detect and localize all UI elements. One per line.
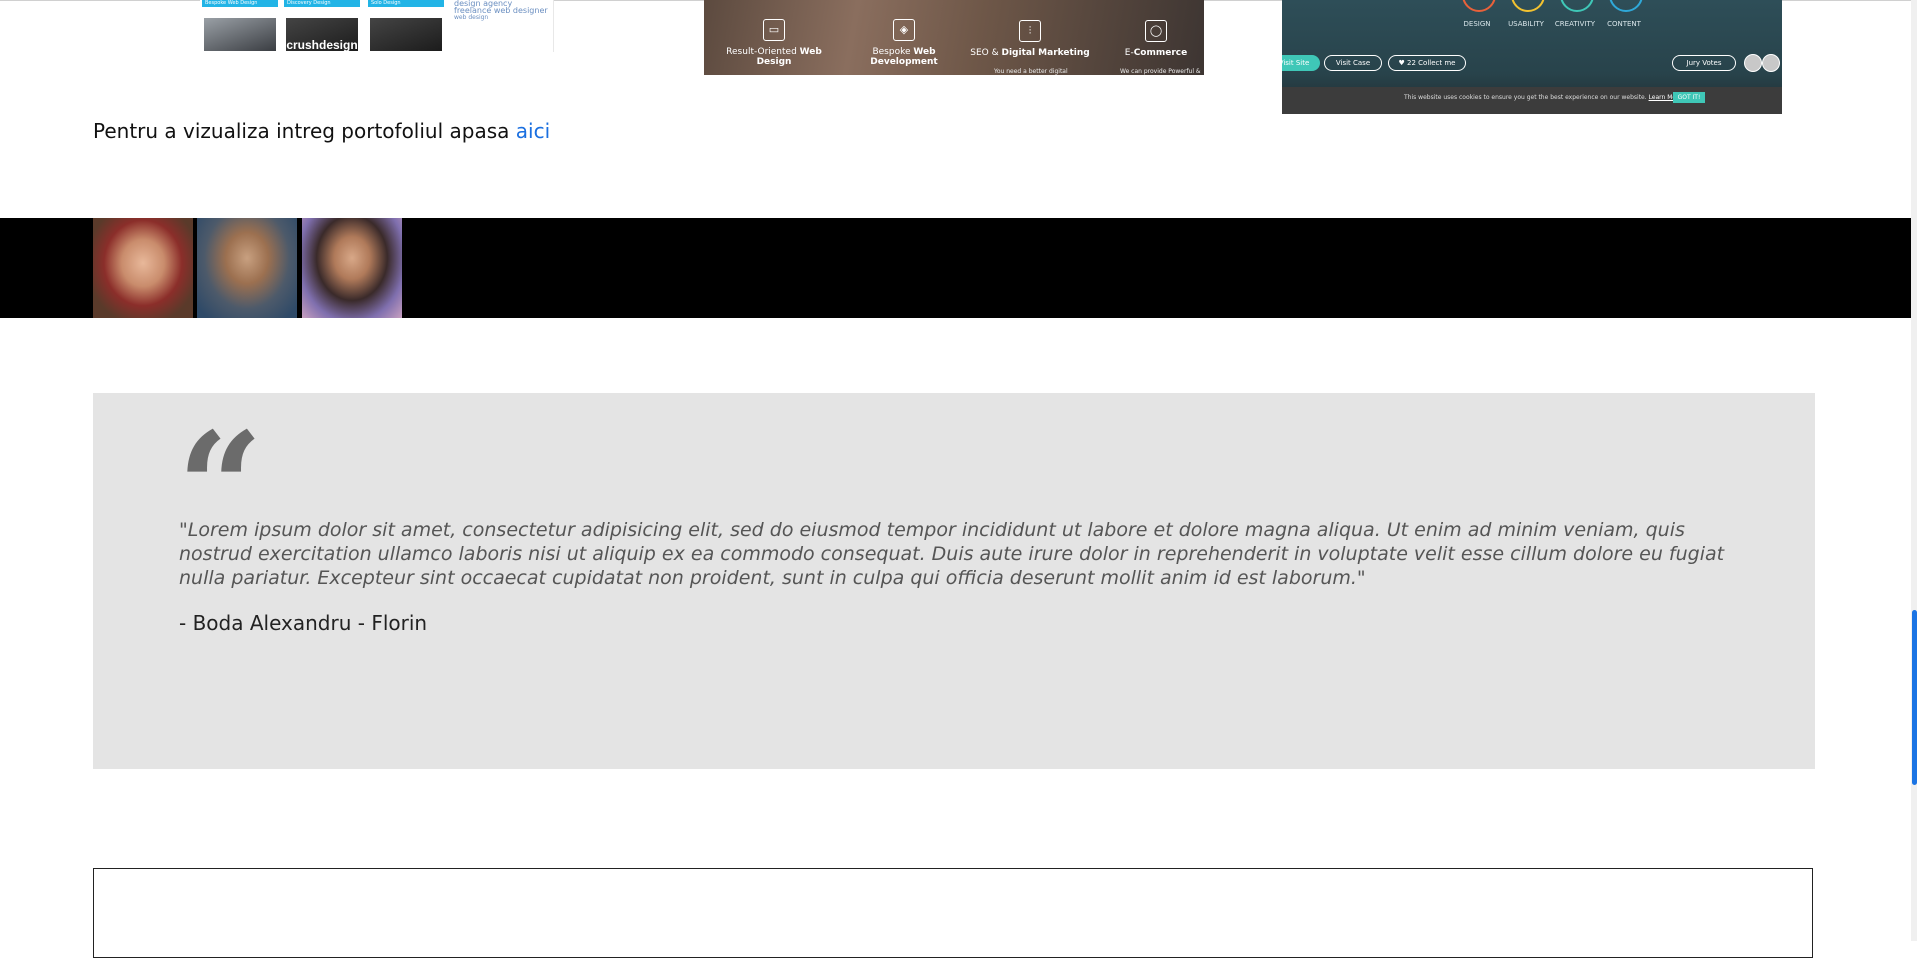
score-label: CONTENT: [1607, 20, 1641, 28]
mini-screenshot: [370, 18, 442, 51]
portfolio-thumbnail-2[interactable]: ▭ Result-Oriented Web Design ◈ Bespoke W…: [704, 0, 1204, 75]
portrait-2[interactable]: [197, 218, 297, 318]
page-scrollbar[interactable]: [1911, 0, 1917, 941]
cookie-accept-button: GOT IT!: [1673, 92, 1705, 103]
tag: freelance web designer: [454, 6, 548, 15]
cookie-bar: This website uses cookies to ensure you …: [1282, 87, 1782, 114]
score-circle: [1609, 0, 1643, 12]
jury-votes-button: Jury Votes: [1672, 55, 1736, 71]
service-web-design: ▭ Result-Oriented Web Design: [714, 19, 834, 67]
avatar: [1762, 54, 1780, 72]
visit-case-button: Visit Case: [1324, 55, 1382, 71]
collect-button: ♥ 22 Collect me: [1388, 55, 1466, 71]
portfolio-link-text: Pentru a vizualiza intreg portofoliul ap…: [93, 119, 516, 143]
service-bold: Commerce: [1133, 48, 1188, 58]
visit-site-button: Visit Site: [1282, 55, 1320, 71]
bottom-content-box: [93, 868, 1813, 958]
mini-column-1: Bespoke Web Design: [202, 0, 278, 52]
service-digital-marketing: ⫶ SEO & Digital Marketing: [970, 20, 1090, 58]
lightbulb-icon: ◯: [1145, 20, 1167, 42]
mini-column-title: Discovery Design: [284, 0, 360, 7]
cookie-text: This website uses cookies to ensure you …: [1404, 94, 1683, 101]
service-pre: Bespoke: [872, 47, 914, 57]
score-circle: [1560, 0, 1594, 12]
service-bold: Digital Marketing: [1001, 48, 1090, 58]
mini-column-title: Bespoke Web Design: [202, 0, 278, 7]
tag: web design: [454, 14, 489, 21]
testimonial-text: "Lorem ipsum dolor sit amet, consectetur…: [179, 519, 1725, 589]
score-circle: [1511, 0, 1545, 12]
brand-word: crushdesign: [286, 38, 358, 52]
service-ecommerce: ◯ E-Commerce: [1096, 20, 1204, 58]
score-circle: [1462, 0, 1496, 12]
portfolio-thumbnail-3[interactable]: DESIGN USABILITY CREATIVITY CONTENT Visi…: [1282, 0, 1782, 114]
service-pre: Result-Oriented: [726, 47, 800, 57]
mini-screenshot: [204, 18, 276, 51]
avatar: [1744, 54, 1762, 72]
portfolio-link-line: Pentru a vizualiza intreg portofoliul ap…: [93, 119, 550, 143]
mini-column-2: Discovery Design crushdesign: [284, 0, 360, 52]
sliders-icon: ⫶: [1019, 20, 1041, 42]
service-web-development: ◈ Bespoke Web Development: [844, 19, 964, 67]
service-subtext: We can provide Powerful &: [1120, 68, 1201, 75]
mini-column-title: Solo Design: [368, 0, 444, 7]
portfolio-thumbnail-1[interactable]: Bespoke Web Design Discovery Design crus…: [200, 0, 554, 52]
portfolio-link[interactable]: aici: [516, 119, 550, 143]
portrait-strip: [0, 218, 1911, 318]
service-subtext: You need a better digital: [994, 68, 1068, 75]
layers-icon: ◈: [893, 19, 915, 41]
tag-cloud: design agency freelance web designer web…: [454, 0, 550, 21]
service-pre: E-: [1124, 48, 1134, 58]
portrait-1[interactable]: [93, 218, 193, 318]
testimonial-card: “ "Lorem ipsum dolor sit amet, consectet…: [93, 393, 1815, 769]
scrollbar-thumb[interactable]: [1912, 610, 1917, 785]
testimonial-author: - Boda Alexandru - Florin: [179, 611, 428, 635]
mini-column-3: Solo Design: [368, 0, 444, 52]
service-pre: SEO &: [970, 48, 1002, 58]
portrait-3[interactable]: [302, 218, 402, 318]
monitor-icon: ▭: [763, 19, 785, 41]
